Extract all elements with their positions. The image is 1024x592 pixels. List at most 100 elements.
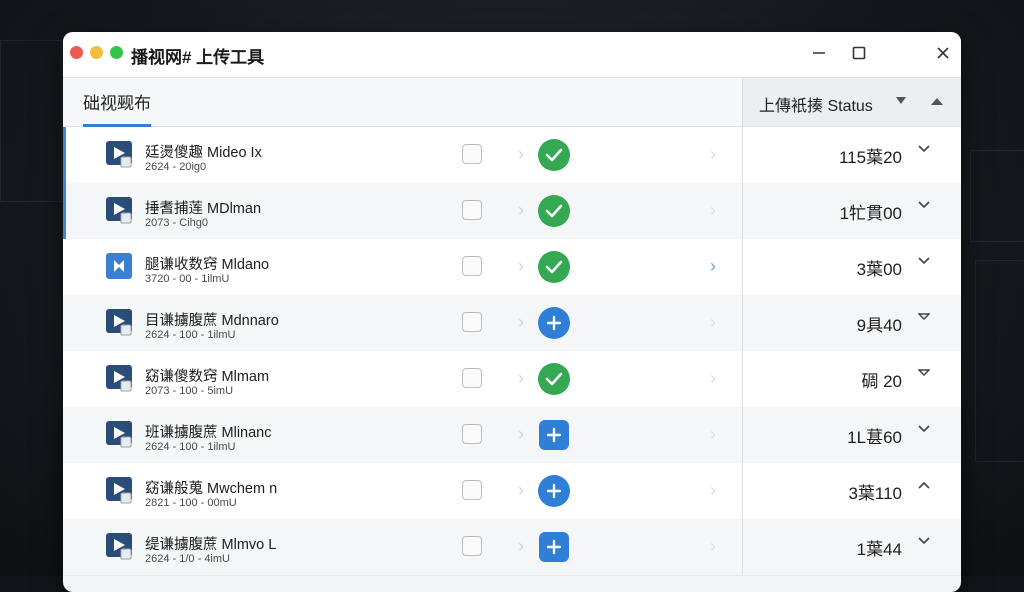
plus-icon xyxy=(539,532,569,562)
upload-time: 9具40 xyxy=(856,316,902,335)
table-row[interactable]: 窈谦般蒐 Mwchem n 2821 - 100 - 00mU › › 3葉11… xyxy=(63,463,961,520)
video-file-icon xyxy=(106,365,132,392)
video-subtitle: 3720 - 00 - 1ilmU xyxy=(145,273,230,285)
row-checkbox[interactable] xyxy=(462,368,482,388)
video-subtitle: 2073 - 100 - 5imU xyxy=(145,385,234,397)
close-traffic-light[interactable] xyxy=(70,46,83,59)
row-checkbox[interactable] xyxy=(462,312,482,332)
video-subtitle: 2073 - Cihg0 xyxy=(145,217,208,229)
check-icon xyxy=(538,251,570,283)
status-cell: 3葉00 xyxy=(742,239,961,295)
status-cell: 9具40 xyxy=(742,295,961,351)
chevron-right-icon[interactable]: › xyxy=(710,536,716,557)
video-subtitle: 2624 - 1/0 - 4imU xyxy=(145,553,230,565)
selection-indicator xyxy=(63,183,66,239)
status-action-button[interactable] xyxy=(538,419,570,451)
app-window: 播视网# 上传工具 础视觋布 上傳衹揍 Status 廷燙傻趣 Mideo Ix… xyxy=(63,32,961,592)
check-icon xyxy=(538,363,570,395)
upload-time: 1L葚60 xyxy=(847,428,902,447)
status-action-button[interactable] xyxy=(538,307,570,339)
chevron-down-icon[interactable] xyxy=(918,537,930,545)
video-subtitle: 2624 - 20ig0 xyxy=(145,161,207,173)
collapse-up-icon[interactable] xyxy=(931,97,943,106)
video-title: 窈谦傻数窍 Mlmam xyxy=(145,369,270,385)
status-action-button[interactable] xyxy=(538,531,570,563)
chevron-right-icon: › xyxy=(518,536,524,556)
chevron-right-icon[interactable]: › xyxy=(710,144,716,165)
row-checkbox[interactable] xyxy=(462,536,482,556)
table-row[interactable]: 窈谦傻数窍 Mlmam 2073 - 100 - 5imU › › 碉 20 xyxy=(63,351,961,408)
chevron-right-icon[interactable]: › xyxy=(710,312,716,333)
check-icon xyxy=(538,195,570,227)
background-panel xyxy=(970,150,1024,242)
video-file-icon xyxy=(106,309,132,336)
chevron-down-small-icon[interactable] xyxy=(918,369,930,377)
status-column-label: 上傳衹揍 Status xyxy=(759,98,873,115)
chevron-right-icon[interactable]: › xyxy=(710,200,716,221)
status-column-header[interactable]: 上傳衹揍 Status xyxy=(742,78,961,127)
plus-icon xyxy=(539,420,569,450)
chevron-down-small-icon[interactable] xyxy=(918,313,930,321)
chevron-right-icon[interactable]: › xyxy=(710,424,716,445)
chevron-right-icon: › xyxy=(518,144,524,164)
chevron-up-icon[interactable] xyxy=(918,481,930,489)
video-title: 腿谦收数窍 Mldano xyxy=(145,257,270,273)
status-cell: 1L葚60 xyxy=(742,407,961,463)
sort-down-icon[interactable] xyxy=(896,97,906,105)
minimize-icon xyxy=(813,52,825,54)
table-row[interactable]: 腿谦收数窍 Mldano 3720 - 00 - 1ilmU › › 3葉00 xyxy=(63,239,961,296)
status-action-button[interactable] xyxy=(538,251,570,283)
video-title: 窈谦般蒐 Mwchem n xyxy=(145,481,278,497)
status-action-button[interactable] xyxy=(538,475,570,507)
row-checkbox[interactable] xyxy=(462,256,482,276)
table-row[interactable]: 班谦擄腹蔗 Mlinanc 2624 - 100 - 1ilmU › › 1L葚… xyxy=(63,407,961,464)
status-cell: 115葉20 xyxy=(742,127,961,183)
status-action-button[interactable] xyxy=(538,139,570,171)
video-file-icon xyxy=(106,253,132,279)
background-panel xyxy=(975,260,1024,462)
chevron-down-icon[interactable] xyxy=(918,425,930,433)
chevron-down-icon[interactable] xyxy=(918,201,930,209)
video-file-icon xyxy=(106,477,132,504)
chevron-down-icon[interactable] xyxy=(918,145,930,153)
chevron-right-icon: › xyxy=(518,256,524,276)
plus-icon xyxy=(538,475,570,507)
maximize-icon xyxy=(852,46,866,60)
row-checkbox[interactable] xyxy=(462,424,482,444)
video-subtitle: 2624 - 100 - 1ilmU xyxy=(145,329,236,341)
row-checkbox[interactable] xyxy=(462,200,482,220)
table-row[interactable]: 目谦擄腹蔗 Mdnnaro 2624 - 100 - 1ilmU › › 9具4… xyxy=(63,295,961,352)
row-checkbox[interactable] xyxy=(462,144,482,164)
minimize-button[interactable] xyxy=(807,41,831,65)
maximize-button[interactable] xyxy=(847,41,871,65)
close-button[interactable] xyxy=(931,41,955,65)
table-row[interactable]: 缇谦擄腹蔗 Mlmvo L 2624 - 1/0 - 4imU › › 1葉44 xyxy=(63,519,961,576)
row-checkbox[interactable] xyxy=(462,480,482,500)
zoom-traffic-light[interactable] xyxy=(110,46,123,59)
chevron-down-icon[interactable] xyxy=(918,257,930,265)
tab-videos[interactable]: 础视觋布 xyxy=(83,78,151,127)
status-cell: 碉 20 xyxy=(742,351,961,407)
window-title: 播视网# 上传工具 xyxy=(131,48,265,67)
status-action-button[interactable] xyxy=(538,195,570,227)
video-file-icon xyxy=(106,421,132,448)
chevron-right-icon: › xyxy=(518,200,524,220)
chevron-right-icon[interactable]: › xyxy=(710,256,716,277)
video-file-icon xyxy=(106,141,132,168)
chevron-right-icon: › xyxy=(518,480,524,500)
upload-time: 3葉00 xyxy=(856,260,902,279)
minimize-traffic-light[interactable] xyxy=(90,46,103,59)
upload-time: 碉 20 xyxy=(861,372,902,391)
table-row[interactable]: 廷燙傻趣 Mideo Ix 2624 - 20ig0 › › 115葉20 xyxy=(63,127,961,184)
chevron-right-icon[interactable]: › xyxy=(710,368,716,389)
status-cell: 3葉110 xyxy=(742,463,961,519)
video-title: 目谦擄腹蔗 Mdnnaro xyxy=(145,313,279,329)
background-panel xyxy=(0,40,62,202)
plus-icon xyxy=(538,307,570,339)
table-row[interactable]: 捶耆捕莲 MDlman 2073 - Cihg0 › › 1牤貫00 xyxy=(63,183,961,240)
upload-time: 1葉44 xyxy=(856,540,902,559)
selection-indicator xyxy=(63,127,66,183)
check-icon xyxy=(538,139,570,171)
chevron-right-icon[interactable]: › xyxy=(710,480,716,501)
status-action-button[interactable] xyxy=(538,363,570,395)
